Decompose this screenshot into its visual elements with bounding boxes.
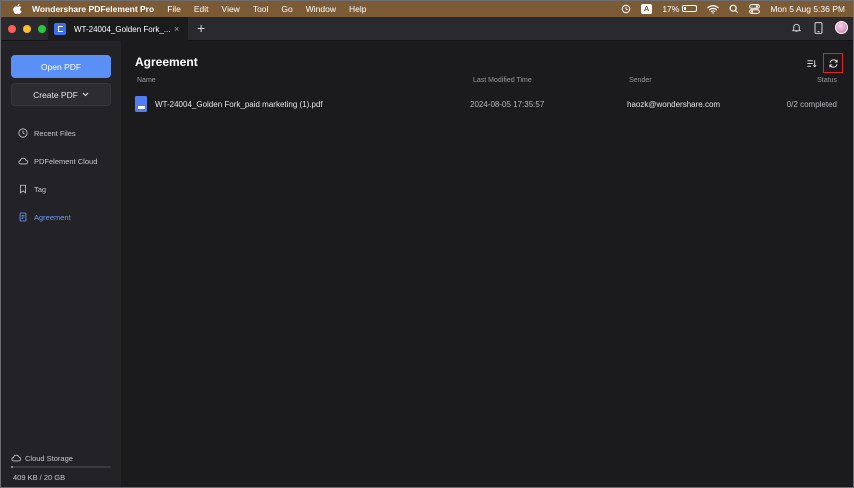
fullscreen-window-button[interactable]	[38, 25, 46, 33]
main-content: Agreement Name Last Modified Time Sender…	[121, 41, 854, 488]
sidebar-item-recent-files[interactable]: Recent Files	[18, 126, 76, 140]
open-pdf-button[interactable]: Open PDF	[11, 55, 111, 78]
storage-usage-fill	[11, 466, 13, 468]
chevron-down-icon	[82, 92, 89, 97]
create-pdf-button[interactable]: Create PDF	[11, 83, 111, 106]
mobile-device-icon[interactable]	[814, 21, 823, 34]
control-center-icon[interactable]	[749, 3, 761, 14]
apple-icon[interactable]	[12, 3, 24, 15]
menu-file[interactable]: File	[167, 4, 181, 14]
file-name: WT-24004_Golden Fork_paid marketing (1).…	[155, 100, 323, 109]
sidebar-item-agreement[interactable]: Agreement	[18, 210, 71, 224]
macos-menu-bar: Wondershare PDFelement Pro File Edit Vie…	[0, 0, 854, 17]
sort-list-icon[interactable]	[806, 58, 817, 69]
column-header-name[interactable]: Name	[137, 77, 156, 84]
menu-help[interactable]: Help	[349, 4, 366, 14]
menu-tool[interactable]: Tool	[253, 4, 269, 14]
battery-status[interactable]: 17%	[662, 3, 698, 14]
pdf-file-icon	[135, 96, 147, 112]
column-header-sender[interactable]: Sender	[629, 77, 652, 84]
sidebar-item-label: PDFelement Cloud	[34, 156, 98, 166]
page-title: Agreement	[135, 55, 198, 69]
close-window-button[interactable]	[8, 25, 16, 33]
battery-icon	[682, 5, 698, 12]
cloud-icon	[11, 454, 21, 462]
table-header: Name Last Modified Time Sender Status	[121, 77, 854, 89]
time-machine-icon[interactable]	[621, 4, 631, 14]
storage-usage-bar	[11, 466, 111, 468]
user-avatar[interactable]	[835, 21, 848, 34]
column-header-last-modified[interactable]: Last Modified Time	[473, 77, 532, 84]
document-tab-title: WT-24004_Golden Fork_...	[74, 24, 170, 34]
column-header-status[interactable]: Status	[817, 77, 837, 84]
sidebar-item-label: Recent Files	[34, 128, 76, 138]
file-sender: haozk@wondershare.com	[627, 100, 721, 109]
window-controls	[8, 25, 46, 33]
window-tab-bar: WT-24004_Golden Fork_... × +	[0, 17, 854, 41]
app-name-menu[interactable]: Wondershare PDFelement Pro	[32, 4, 154, 14]
cloud-storage-link[interactable]: Cloud Storage	[11, 453, 73, 463]
header-actions	[806, 53, 843, 73]
file-status: 0/2 completed	[786, 100, 837, 109]
refresh-button[interactable]	[823, 53, 843, 73]
table-row[interactable]: WT-24004_Golden Fork_paid marketing (1).…	[121, 95, 854, 115]
menu-bar-status-area: A 17% Mon 5 Aug 5:36 PM	[621, 0, 845, 17]
file-modified-time: 2024-08-05 17:35:57	[470, 100, 545, 109]
menu-go[interactable]: Go	[281, 4, 292, 14]
menu-view[interactable]: View	[222, 4, 240, 14]
pdfelement-logo-icon	[54, 23, 66, 35]
tag-icon	[20, 184, 26, 194]
battery-percent: 17%	[662, 3, 680, 14]
spotlight-search-icon[interactable]	[729, 4, 739, 14]
input-source-indicator[interactable]: A	[640, 3, 653, 14]
cloud-storage-label: Cloud Storage	[25, 453, 73, 463]
refresh-icon	[828, 58, 838, 68]
sidebar-item-label: Agreement	[34, 212, 71, 222]
cloud-icon	[18, 157, 28, 165]
sidebar-item-label: Tag	[34, 184, 47, 194]
menu-edit[interactable]: Edit	[194, 4, 209, 14]
battery-level-fill	[684, 7, 687, 10]
tab-bar-actions	[791, 21, 848, 34]
storage-usage-text: 409 KB / 20 GB	[13, 473, 66, 482]
menu-window[interactable]: Window	[306, 4, 336, 14]
create-pdf-label: Create PDF	[33, 89, 78, 100]
document-tab[interactable]: WT-24004_Golden Fork_... ×	[48, 17, 188, 41]
agreement-icon	[19, 212, 27, 222]
close-tab-icon[interactable]: ×	[174, 24, 179, 34]
clock-icon	[18, 128, 28, 138]
sidebar: Open PDF Create PDF Recent Files PDFelem…	[0, 41, 121, 488]
menu-bar-clock[interactable]: Mon 5 Aug 5:36 PM	[770, 4, 845, 14]
sidebar-item-tag[interactable]: Tag	[18, 182, 46, 196]
minimize-window-button[interactable]	[23, 25, 31, 33]
notification-bell-icon[interactable]	[791, 22, 802, 33]
sidebar-item-pdfelement-cloud[interactable]: PDFelement Cloud	[18, 154, 97, 168]
new-tab-icon[interactable]: +	[197, 20, 205, 36]
wifi-icon[interactable]	[707, 4, 720, 14]
